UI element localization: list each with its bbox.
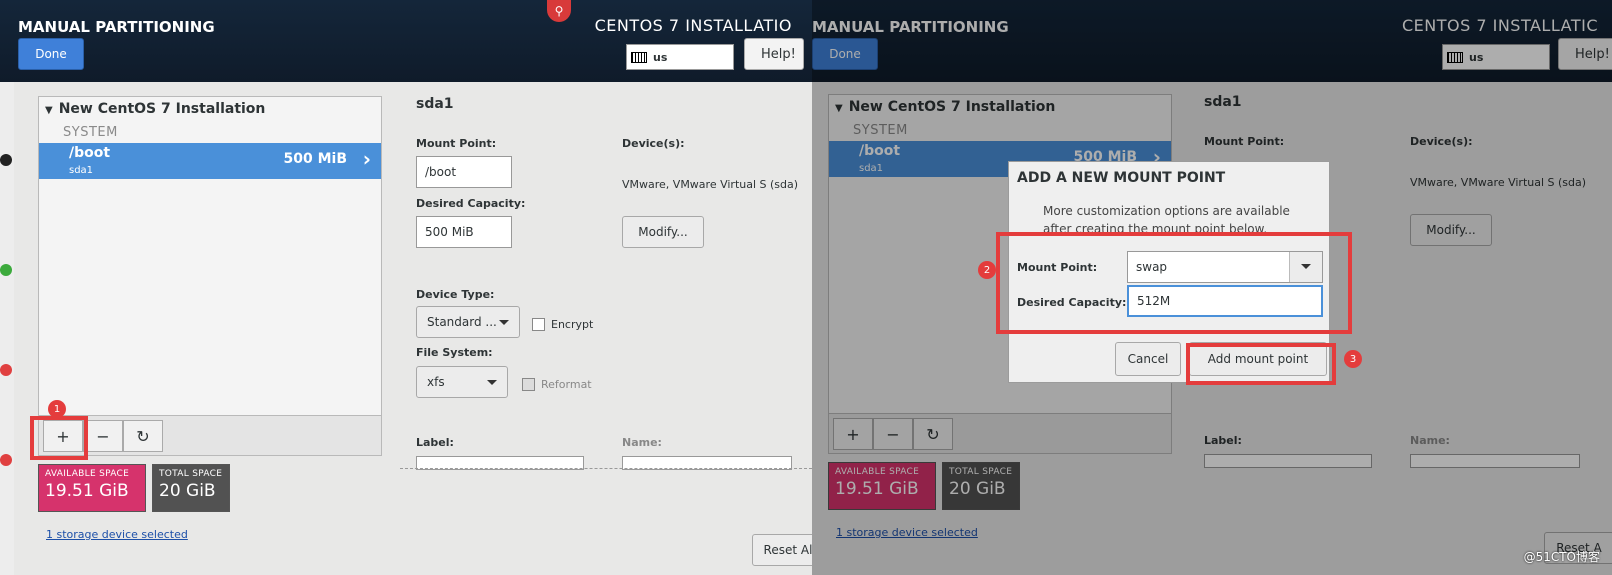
total-space-value: 20 GiB [159, 481, 216, 501]
mount-point-label: Mount Point: [416, 137, 497, 150]
file-system-label: File System: [416, 346, 493, 359]
expand-triangle-icon: ▼ [45, 105, 53, 116]
chevron-right-icon: › [362, 147, 371, 171]
done-button[interactable]: Done [18, 38, 84, 70]
reformat-label: Reformat [541, 378, 592, 391]
modify-button[interactable]: Modify... [622, 216, 704, 248]
available-space-box: AVAILABLE SPACE 19.51 GiB [38, 464, 146, 512]
encrypt-label: Encrypt [551, 318, 594, 331]
annotation-badge: 2 [978, 261, 996, 279]
available-space-value: 19.51 GiB [45, 481, 129, 501]
name-field-label: Name: [622, 436, 662, 449]
available-space-label: AVAILABLE SPACE [45, 469, 130, 479]
partition-size: 500 MiB [283, 151, 348, 167]
mount-point-field[interactable]: /boot [416, 156, 512, 188]
device-type-label: Device Type: [416, 288, 495, 301]
devices-label: Device(s): [622, 137, 685, 150]
installation-title: CENTOS 7 INSTALLATIO [594, 16, 792, 35]
storage-device-link[interactable]: 1 storage device selected [46, 528, 188, 541]
label-field-label: Label: [416, 436, 454, 449]
annotation-box-add [30, 416, 88, 460]
partition-device: sda1 [69, 165, 94, 176]
annotation-box-fields [996, 232, 1352, 334]
partition-toolbar: + − ↻ [38, 416, 382, 456]
system-section-label: SYSTEM [63, 125, 118, 140]
capacity-field[interactable]: 500 MiB [416, 216, 512, 248]
desktop-app-icon [0, 364, 12, 376]
devices-value: VMware, VMware Virtual S (sda) [622, 178, 799, 191]
page-title: MANUAL PARTITIONING [18, 18, 215, 36]
annotation-box-add-button [1186, 343, 1336, 385]
capacity-label: Desired Capacity: [416, 197, 526, 210]
partition-mount: /boot [69, 145, 111, 161]
reset-all-button[interactable]: Reset Al [752, 534, 812, 566]
dropdown-caret-icon [487, 380, 497, 385]
desktop-app-icon [0, 154, 12, 166]
partition-tree: ▼ New CentOS 7 Installation SYSTEM /boot … [38, 96, 382, 416]
desktop-app-icon [0, 264, 12, 276]
watermark: @51CTO博客 [1523, 550, 1600, 564]
reformat-checkbox[interactable] [522, 378, 535, 391]
total-space-box: TOTAL SPACE 20 GiB [152, 464, 230, 512]
header-bar: MANUAL PARTITIONING Done CENTOS 7 INSTAL… [0, 0, 812, 82]
partition-row-boot[interactable]: /boot sda1 500 MiB › [39, 143, 381, 179]
installation-heading[interactable]: ▼ New CentOS 7 Installation [45, 101, 265, 117]
total-space-label: TOTAL SPACE [159, 469, 223, 479]
keyboard-layout-label: us [653, 50, 668, 64]
cancel-button[interactable]: Cancel [1115, 342, 1181, 376]
device-type-combo[interactable]: Standard ... [416, 306, 520, 338]
encrypt-checkbox[interactable] [532, 318, 545, 331]
file-system-value: xfs [427, 375, 445, 389]
dropdown-caret-icon [499, 320, 509, 325]
left-installer-window: MANUAL PARTITIONING Done CENTOS 7 INSTAL… [0, 0, 812, 575]
remove-partition-button[interactable]: − [83, 420, 123, 452]
detail-title: sda1 [416, 96, 454, 112]
annotation-badge: 3 [1344, 350, 1362, 368]
dialog-description: More customization options are available… [1043, 204, 1290, 236]
scroll-edge-divider [400, 468, 812, 469]
installation-name: New CentOS 7 Installation [58, 101, 266, 117]
keyboard-layout-indicator[interactable]: us [626, 44, 734, 70]
right-installer-window: MANUAL PARTITIONING Done CENTOS 7 INSTAL… [812, 0, 1612, 575]
help-button[interactable]: Help! [744, 38, 804, 70]
dialog-title: ADD A NEW MOUNT POINT [1017, 170, 1226, 186]
desktop-side-strip [0, 82, 14, 575]
annotation-badge: 1 [48, 400, 66, 418]
refresh-button[interactable]: ↻ [123, 420, 163, 452]
desktop-app-icon [0, 454, 12, 466]
device-type-value: Standard ... [427, 315, 497, 329]
file-system-combo[interactable]: xfs [416, 366, 508, 398]
keyboard-icon [631, 51, 647, 63]
